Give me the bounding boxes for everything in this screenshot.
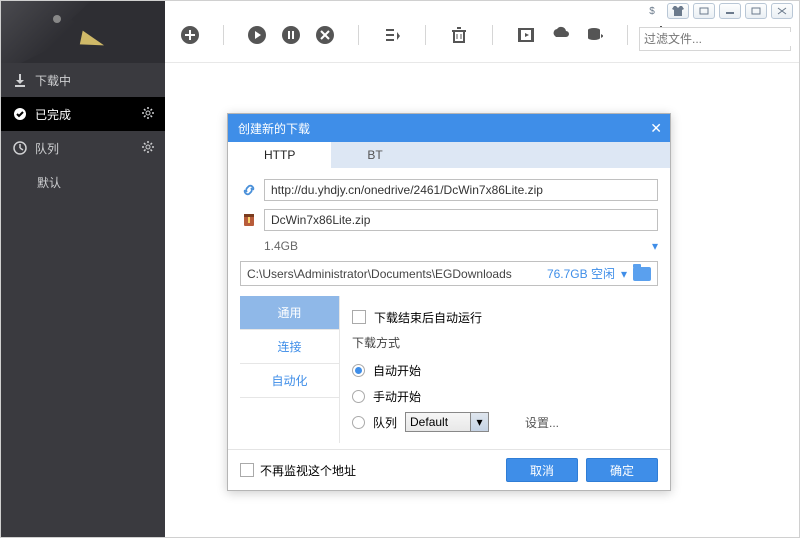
queue-select[interactable]: Default ▾ — [405, 412, 489, 432]
free-space: 76.7GB 空闲 — [547, 265, 615, 282]
options-sidebar: 通用 连接 自动化 — [240, 296, 340, 443]
sidebar-item-default[interactable]: 默认 — [1, 165, 165, 199]
play-icon[interactable] — [246, 24, 268, 46]
filesize-label: 1.4GB — [264, 239, 298, 253]
app-logo — [1, 1, 165, 63]
chevron-down-icon[interactable]: ▾ — [621, 267, 627, 281]
toolbar: $ — [165, 1, 799, 63]
dialog-footer: 不再监视这个地址 取消 确定 — [228, 449, 670, 490]
folder-icon[interactable] — [633, 267, 651, 281]
ok-button[interactable]: 确定 — [586, 458, 658, 482]
sidebar-item-label: 默认 — [37, 174, 61, 191]
minimize-icon[interactable] — [719, 3, 741, 19]
sidebar-item-downloading[interactable]: 下载中 — [1, 63, 165, 97]
restore-icon[interactable] — [693, 3, 715, 19]
link-icon — [240, 181, 258, 199]
autorun-checkbox[interactable] — [352, 310, 366, 324]
database-icon[interactable] — [583, 24, 605, 46]
radio-label: 自动开始 — [373, 362, 421, 379]
add-icon[interactable] — [179, 24, 201, 46]
archive-icon — [240, 211, 258, 229]
priority-icon[interactable] — [381, 24, 403, 46]
pause-icon[interactable] — [280, 24, 302, 46]
sidebar-item-finished[interactable]: 已完成 — [1, 97, 165, 131]
radio-queue[interactable] — [352, 416, 365, 429]
stop-icon[interactable] — [314, 24, 336, 46]
dialog-title-bar[interactable]: 创建新的下载 ✕ — [228, 114, 670, 142]
video-icon[interactable] — [515, 24, 537, 46]
download-mode-header: 下载方式 — [352, 334, 646, 351]
content-area: 创建新的下载 ✕ HTTP BT 1.4GB ▾ — [165, 63, 799, 537]
save-path: C:\Users\Administrator\Documents\EGDownl… — [247, 267, 541, 281]
filter-box[interactable] — [639, 27, 791, 51]
opt-tab-automation[interactable]: 自动化 — [240, 364, 339, 398]
filename-input[interactable] — [264, 209, 658, 231]
filter-input[interactable] — [644, 32, 799, 46]
gear-icon[interactable] — [141, 106, 155, 123]
delete-icon[interactable] — [448, 24, 470, 46]
opt-tab-general[interactable]: 通用 — [240, 296, 339, 330]
sidebar-item-label: 已完成 — [35, 106, 71, 123]
gear-icon[interactable] — [141, 140, 155, 157]
queue-icon — [13, 141, 27, 155]
sidebar-item-label: 队列 — [35, 140, 59, 157]
chevron-down-icon[interactable]: ▾ — [652, 239, 658, 253]
window-controls: $ — [635, 1, 799, 21]
options-content: 下载结束后自动运行 下载方式 自动开始 手动开始 — [340, 296, 658, 443]
queue-select-value: Default — [410, 415, 448, 429]
tab-bt[interactable]: BT — [331, 142, 418, 168]
sidebar: 下载中 已完成 队列 默认 — [1, 63, 165, 537]
donate-icon[interactable]: $ — [641, 3, 663, 19]
queue-settings-link[interactable]: 设置... — [525, 414, 559, 431]
cloud-download-icon[interactable] — [549, 24, 571, 46]
opt-tab-connection[interactable]: 连接 — [240, 330, 339, 364]
skin-icon[interactable] — [667, 3, 689, 19]
maximize-icon[interactable] — [745, 3, 767, 19]
radio-manual-start[interactable] — [352, 390, 365, 403]
radio-auto-start[interactable] — [352, 364, 365, 377]
dialog-tabs: HTTP BT — [228, 142, 670, 169]
no-monitor-checkbox[interactable] — [240, 463, 254, 477]
sidebar-item-queue[interactable]: 队列 — [1, 131, 165, 165]
tab-http[interactable]: HTTP — [228, 142, 331, 168]
chevron-down-icon[interactable]: ▾ — [470, 413, 488, 431]
cancel-button[interactable]: 取消 — [506, 458, 578, 482]
close-icon[interactable]: ✕ — [650, 120, 662, 137]
no-monitor-label: 不再监视这个地址 — [260, 462, 356, 479]
radio-label: 手动开始 — [373, 388, 421, 405]
sidebar-item-label: 下载中 — [35, 72, 71, 89]
autorun-label: 下载结束后自动运行 — [374, 309, 482, 326]
new-download-dialog: 创建新的下载 ✕ HTTP BT 1.4GB ▾ — [227, 113, 671, 491]
radio-label: 队列 — [373, 414, 397, 431]
downloading-icon — [13, 73, 27, 87]
top-area: $ — [1, 1, 799, 63]
save-path-row: C:\Users\Administrator\Documents\EGDownl… — [240, 261, 658, 286]
close-window-icon[interactable] — [771, 3, 793, 19]
finished-icon — [13, 107, 27, 121]
url-input[interactable] — [264, 179, 658, 201]
dialog-title: 创建新的下载 — [238, 120, 310, 137]
